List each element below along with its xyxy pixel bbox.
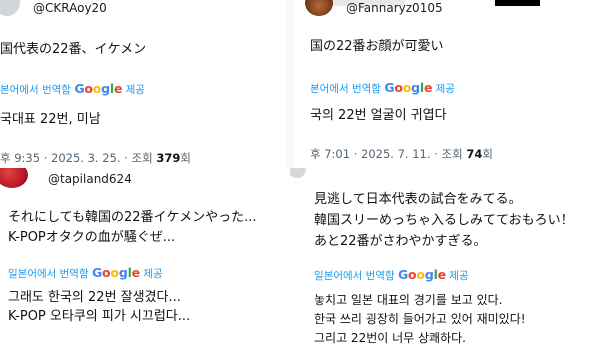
column-divider	[285, 0, 295, 170]
translation-attribution[interactable]: 일본어에서 번역함 Google 제공	[314, 267, 469, 283]
post-text: K-POPオタクの血が騒ぐぜ...	[8, 230, 176, 245]
post-text: 国の22番お顔が可愛い	[310, 39, 444, 54]
translation-source-label: 일본어에서 번역함	[314, 270, 395, 282]
translation-source-label: 일본어에서 번역함	[8, 268, 89, 280]
translated-text: 그리고 22번이 너무 상쾌하다.	[314, 331, 466, 344]
post-timestamp[interactable]: 후 7:01 · 2025. 7. 11. · 조회	[310, 147, 466, 161]
post-meta: 후 7:01 · 2025. 7. 11. · 조회 74회	[310, 146, 493, 162]
translated-text: 그래도 한국의 22번 잘생겼다...	[8, 290, 181, 305]
translation-source-label: 본어에서 번역함	[0, 84, 71, 96]
google-logo-icon: Google	[384, 80, 433, 95]
avatar[interactable]	[0, 168, 28, 188]
post-card-ckraoy20[interactable]: @CKRAoy20 国代表の22番、イケメン 본어에서 번역함 Google 제…	[0, 0, 285, 170]
post-card-fannaryz0105[interactable]: @Fannaryz0105 国の22番お顔が可愛い 본어에서 번역함 Googl…	[295, 0, 600, 170]
view-count: 379	[156, 151, 181, 165]
post-card-tapiland624[interactable]: @tapiland624 それにしても韓国の22番イケメンやった... K-PO…	[0, 168, 290, 344]
post-text: あと22番がさわやかすぎる。	[314, 234, 487, 249]
post-meta: 후 9:35 · 2025. 3. 25. · 조회 379회	[0, 150, 191, 166]
avatar[interactable]	[0, 0, 20, 16]
translation-provider-suffix: 제공	[143, 268, 163, 280]
post-card-4[interactable]: 見逃して日本代表の試合をみてる。 韓国スリーめっちゃ入るしみてておもろい！ あと…	[290, 168, 600, 344]
translation-attribution[interactable]: 본어에서 번역함 Google 제공	[0, 81, 145, 97]
translation-provider-suffix: 제공	[125, 84, 145, 96]
view-count-suffix: 회	[180, 151, 191, 165]
translated-text: 국대표 22번, 미남	[0, 112, 101, 127]
google-logo-icon: Google	[397, 267, 446, 282]
user-handle[interactable]: @tapiland624	[48, 172, 132, 186]
translation-attribution[interactable]: 본어에서 번역함 Google 제공	[310, 80, 455, 96]
avatar[interactable]	[305, 0, 333, 16]
translation-source-label: 본어에서 번역함	[310, 83, 381, 95]
google-logo-icon: Google	[74, 81, 123, 96]
translated-text: K-POP 오타쿠의 피가 시끄럽다...	[8, 309, 191, 324]
view-count-suffix: 회	[482, 147, 493, 161]
translation-attribution[interactable]: 일본어에서 번역함 Google 제공	[8, 265, 163, 281]
post-text: 見逃して日本代表の試合をみてる。	[314, 192, 522, 207]
image-fragment	[495, 0, 540, 6]
view-count: 74	[466, 147, 483, 161]
avatar[interactable]	[290, 168, 306, 178]
translated-text: 국의 22번 얼굴이 귀엽다	[310, 108, 447, 123]
user-handle[interactable]: @Fannaryz0105	[346, 1, 443, 15]
post-text: 韓国スリーめっちゃ入るしみてておもろい！	[314, 213, 574, 228]
translation-provider-suffix: 제공	[449, 270, 469, 282]
translated-text: 한국 쓰리 굉장히 들어가고 있어 재미있다!	[314, 312, 526, 326]
user-handle[interactable]: @CKRAoy20	[33, 1, 107, 15]
translation-provider-suffix: 제공	[435, 83, 455, 95]
post-timestamp[interactable]: 후 9:35 · 2025. 3. 25. · 조회	[0, 151, 156, 165]
google-logo-icon: Google	[91, 265, 140, 280]
translated-text: 놓치고 일본 대표의 경기를 보고 있다.	[314, 293, 503, 307]
post-text: 国代表の22番、イケメン	[0, 42, 147, 57]
post-text: それにしても韓国の22番イケメンやった...	[8, 210, 257, 225]
